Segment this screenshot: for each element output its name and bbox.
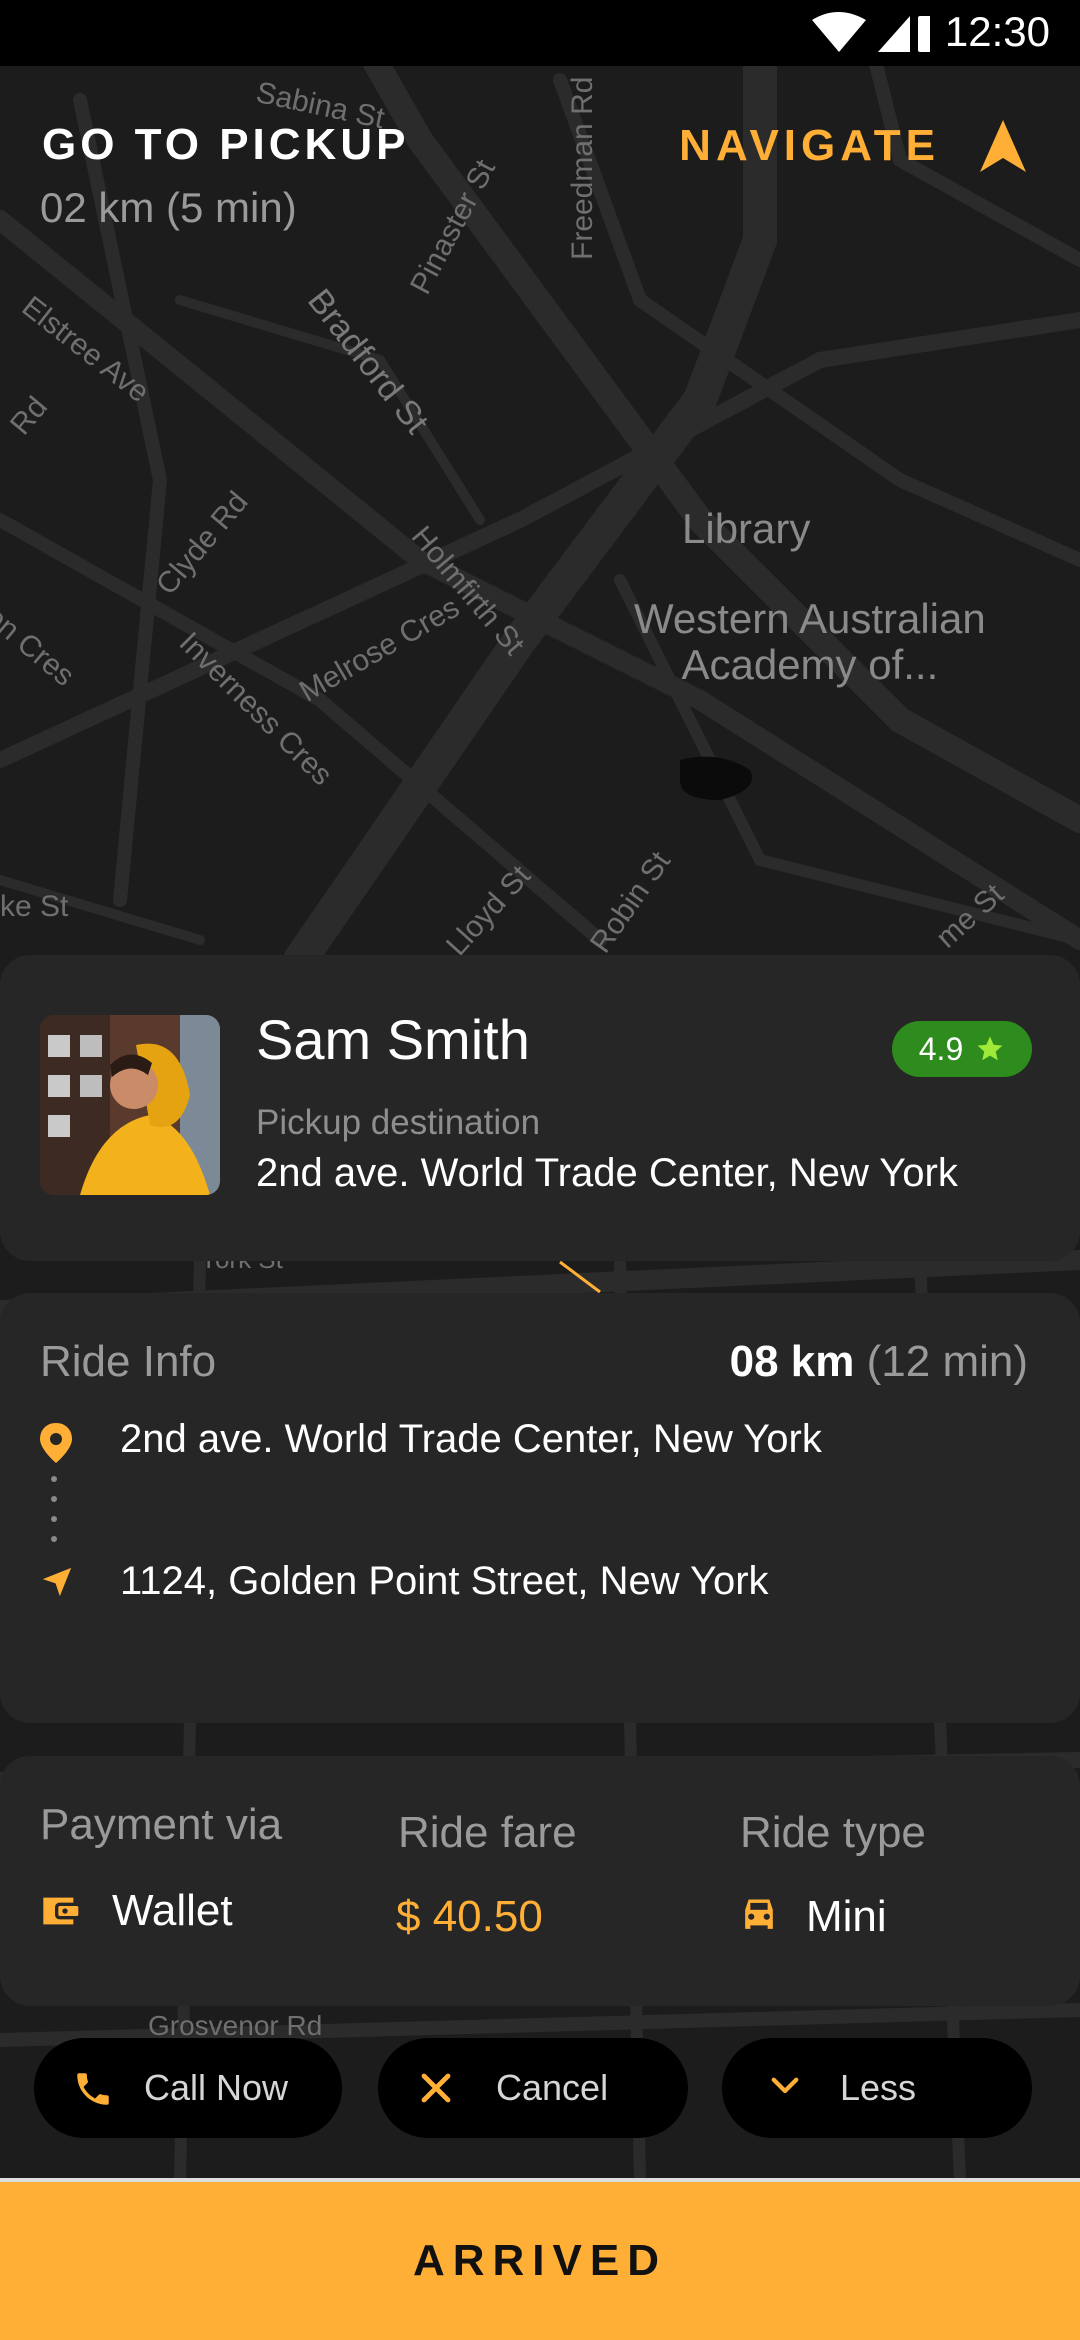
rating-value: 4.9 (918, 1030, 964, 1067)
pickup-label: Pickup destination (256, 1103, 541, 1142)
ride-distance-value: 08 km (729, 1337, 855, 1386)
signal-icon (878, 16, 910, 52)
map-street-label: ke St (0, 890, 69, 923)
call-now-button[interactable]: Call Now (34, 2038, 342, 2138)
pickup-distance: 02 km (5 min) (40, 184, 297, 231)
origin-row: 2nd ave. World Trade Center, New York (40, 1417, 822, 1463)
rider-card: Sam Smith 4.9 Pickup destination 2nd ave… (0, 955, 1080, 1261)
less-button[interactable]: Less (722, 2038, 1032, 2138)
less-label: Less (840, 2067, 917, 2108)
location-pin-icon (40, 1423, 72, 1463)
arrived-button[interactable]: ARRIVED (0, 2182, 1080, 2340)
navigate-label: NAVIGATE (679, 121, 940, 170)
route-dots (51, 1476, 57, 1542)
close-icon (421, 2073, 451, 2103)
chevron-down-icon (771, 2077, 799, 2094)
status-bar: 12:30 (0, 0, 1080, 66)
ride-info-card: Ride Info 08 km (12 min) 2nd ave. World … (0, 1293, 1080, 1723)
ride-distance: 08 km (12 min) (730, 1337, 1028, 1387)
pickup-address: 2nd ave. World Trade Center, New York (256, 1151, 958, 1195)
phone-icon (77, 2073, 109, 2105)
origin-address: 2nd ave. World Trade Center, New York (120, 1417, 822, 1461)
destination-row: 1124, Golden Point Street, New York (40, 1559, 769, 1603)
star-icon (977, 1036, 1003, 1061)
rating-badge: 4.9 (892, 1021, 1032, 1077)
status-time: 12:30 (944, 8, 1050, 55)
ride-fare-label: Ride fare (398, 1808, 577, 1857)
map-street-label: Freedman Rd (566, 76, 599, 260)
ride-duration: (12 min) (866, 1337, 1028, 1386)
call-now-label: Call Now (144, 2067, 289, 2108)
payment-card: Payment via Wallet Ride fare $ 40.50 Rid… (0, 1756, 1080, 2006)
car-icon (745, 1899, 773, 1929)
page-title: GO TO PICKUP (42, 120, 410, 169)
avatar (40, 1015, 220, 1195)
wallet-icon (43, 1897, 79, 1925)
navigate-arrow-icon (980, 120, 1026, 172)
rider-name: Sam Smith (256, 1008, 530, 1071)
ride-info-label: Ride Info (40, 1337, 217, 1386)
map-poi-academy: Western Australian Academy of... (634, 595, 986, 688)
ride-type-label: Ride type (740, 1808, 926, 1857)
wifi-icon (812, 12, 866, 52)
arrived-label: ARRIVED (412, 2236, 668, 2285)
cancel-button[interactable]: Cancel (378, 2038, 688, 2138)
status-icons (810, 10, 932, 59)
payment-via-label: Payment via (40, 1800, 283, 1849)
ride-fare-value: $ 40.50 (396, 1892, 543, 1941)
navigate-button[interactable]: NAVIGATE (679, 120, 1026, 172)
map-poi-library: Library (682, 505, 811, 552)
destination-address: 1124, Golden Point Street, New York (120, 1559, 769, 1603)
cancel-label: Cancel (496, 2067, 609, 2108)
battery-icon (918, 16, 932, 52)
ride-type-value: Mini (806, 1892, 887, 1941)
payment-via-value: Wallet (112, 1886, 233, 1935)
route-arrow-icon (42, 1567, 72, 1597)
